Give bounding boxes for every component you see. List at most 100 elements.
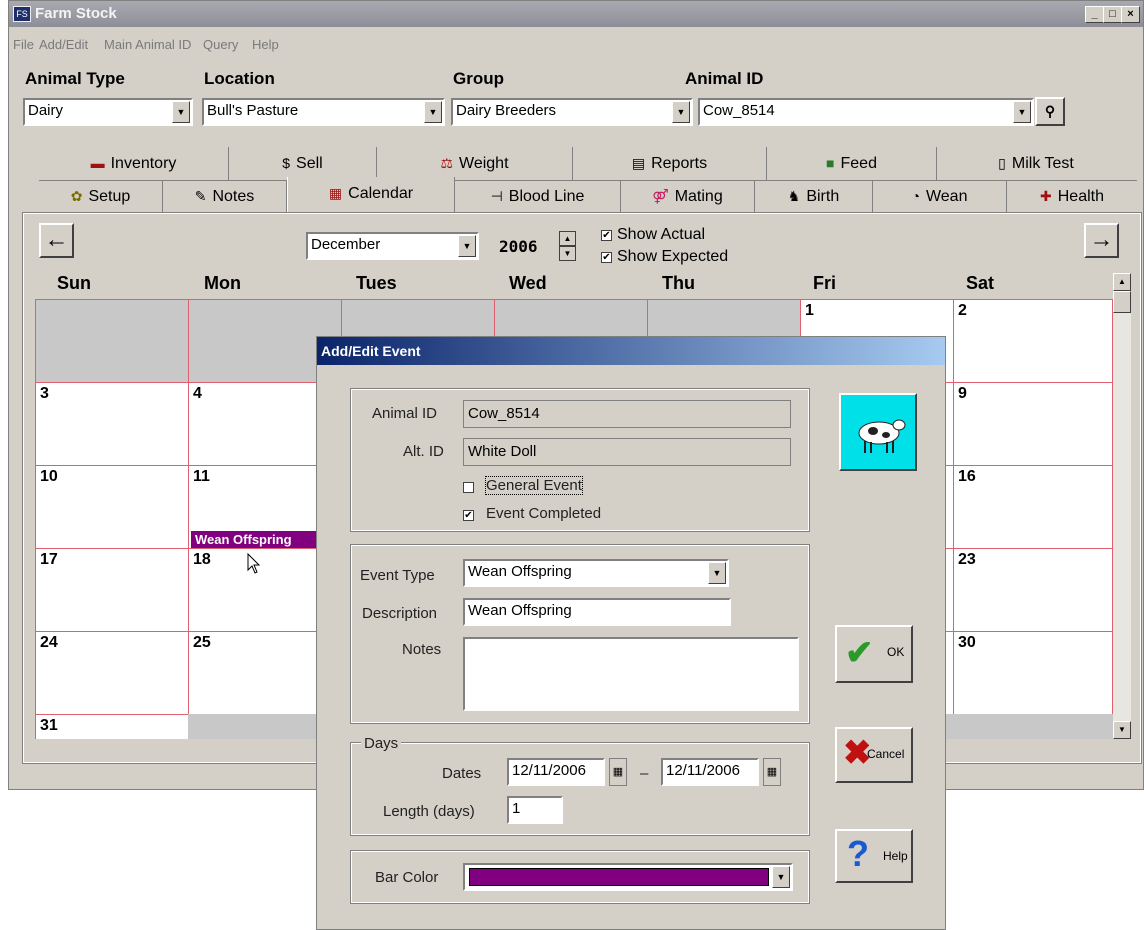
cancel-button[interactable]: ✖ Cancel: [835, 727, 913, 783]
group-label: Group: [453, 69, 504, 88]
menu-query[interactable]: Query: [203, 37, 238, 52]
tab-feed-label: Feed: [840, 155, 877, 172]
notes-label: Notes: [402, 641, 442, 658]
calendar-scrollbar[interactable]: ▲ ▼: [1113, 273, 1131, 739]
title-bar[interactable]: FS Farm Stock _ □ ×: [9, 1, 1143, 27]
blood-line-icon: ⊣: [490, 188, 503, 204]
show-expected-checkbox[interactable]: ✔: [601, 252, 612, 263]
date-to-input[interactable]: 12/11/2006: [661, 758, 759, 786]
scale-icon: ⚖: [440, 155, 454, 171]
tab-mating[interactable]: ⚤ Mating: [621, 180, 755, 213]
chevron-down-icon[interactable]: ▼: [708, 562, 726, 584]
menu-main-animal-id[interactable]: Main Animal ID: [104, 37, 191, 52]
app-icon: FS: [13, 6, 31, 22]
calendar-day[interactable]: 2: [953, 299, 1113, 383]
scroll-up-icon[interactable]: ▲: [1113, 273, 1131, 291]
calendar-day[interactable]: 10: [35, 465, 189, 549]
day-header-fri: Fri: [813, 273, 837, 293]
scroll-down-icon[interactable]: ▼: [1113, 721, 1131, 739]
calendar-day[interactable]: 30: [953, 631, 1113, 715]
chevron-down-icon[interactable]: ▼: [424, 101, 442, 123]
date-from-input[interactable]: 12/11/2006: [507, 758, 605, 786]
calendar-day[interactable]: 17: [35, 548, 189, 632]
general-event-checkbox[interactable]: [463, 482, 474, 493]
binoculars-search-button[interactable]: ⚲: [1035, 97, 1065, 126]
group-value: Dairy Breeders: [456, 102, 557, 119]
calendar-picker-icon[interactable]: ▦: [763, 758, 781, 786]
tab-birth[interactable]: ♞ Birth: [755, 180, 873, 213]
next-month-button[interactable]: →: [1084, 223, 1119, 258]
tab-reports-label: Reports: [651, 155, 708, 172]
mating-icon: ⚤: [652, 188, 669, 204]
dialog-title: Add/Edit Event: [321, 343, 421, 359]
maximize-button[interactable]: □: [1103, 6, 1122, 23]
tab-feed[interactable]: ■ Feed: [767, 147, 937, 180]
menu-add-edit[interactable]: Add/Edit: [39, 37, 88, 52]
tab-wean[interactable]: ◔ Wean: [873, 180, 1007, 213]
year-spinner[interactable]: ▲ ▼: [559, 231, 576, 261]
menu-help[interactable]: Help: [252, 37, 279, 52]
calendar-picker-icon[interactable]: ▦: [609, 758, 627, 786]
tab-sell[interactable]: $ Sell: [229, 147, 377, 180]
tab-blood-line[interactable]: ⊣ Blood Line: [455, 180, 621, 213]
calendar-icon: ▦: [328, 185, 343, 201]
tab-weight[interactable]: ⚖ Weight: [377, 147, 573, 180]
animal-type-label: Animal Type: [25, 69, 125, 88]
event-type-label: Event Type: [360, 567, 435, 584]
group-select[interactable]: Dairy Breeders ▼: [451, 98, 693, 126]
event-type-select[interactable]: Wean Offspring ▼: [463, 559, 729, 587]
tab-reports[interactable]: ▤ Reports: [573, 147, 767, 180]
tab-wean-label: Wean: [925, 188, 968, 205]
description-input[interactable]: Wean Offspring: [463, 598, 731, 626]
tab-calendar[interactable]: ▦ Calendar: [287, 177, 455, 213]
close-button[interactable]: ×: [1121, 6, 1140, 23]
date-separator: –: [640, 765, 649, 782]
tab-setup[interactable]: ✿ Setup: [39, 180, 163, 213]
help-button[interactable]: ? Help: [835, 829, 913, 883]
tab-setup-label: Setup: [88, 188, 131, 205]
tab-inventory[interactable]: ▬ Inventory: [39, 147, 229, 180]
tab-milk-test[interactable]: ▯ Milk Test: [937, 147, 1135, 180]
spin-down-icon[interactable]: ▼: [559, 246, 576, 261]
bar-color-swatch: [469, 868, 769, 886]
animal-id-select[interactable]: Cow_8514 ▼: [698, 98, 1034, 126]
event-completed-checkbox[interactable]: ✔: [463, 510, 474, 521]
animal-type-select[interactable]: Dairy ▼: [23, 98, 193, 126]
animal-picture-button[interactable]: [839, 393, 917, 471]
minimize-button[interactable]: _: [1085, 6, 1104, 23]
spin-up-icon[interactable]: ▲: [559, 231, 576, 246]
dollar-icon: $: [282, 155, 291, 171]
chevron-down-icon[interactable]: ▼: [172, 101, 190, 123]
month-select[interactable]: December ▼: [306, 232, 479, 260]
show-actual-checkbox[interactable]: ✔: [601, 230, 612, 241]
ok-button[interactable]: ✔ OK: [835, 625, 913, 683]
tab-health[interactable]: ✚ Health: [1007, 180, 1137, 213]
tab-notes[interactable]: ✎ Notes: [163, 180, 287, 213]
calendar-day[interactable]: 31: [35, 714, 189, 739]
calendar-day[interactable]: 3: [35, 382, 189, 466]
chevron-down-icon[interactable]: ▼: [458, 235, 476, 257]
animal-id-label: Animal ID: [685, 69, 764, 88]
calendar-day[interactable]: 24: [35, 631, 189, 715]
bar-color-select[interactable]: ▼: [463, 863, 793, 891]
length-input[interactable]: 1: [507, 796, 563, 824]
menu-file[interactable]: File: [13, 37, 34, 52]
tab-mating-label: Mating: [674, 188, 723, 205]
scroll-thumb[interactable]: [1113, 291, 1131, 313]
animal-type-value: Dairy: [28, 102, 64, 119]
calendar-day[interactable]: 9: [953, 382, 1113, 466]
mouse-cursor-icon: [247, 553, 261, 574]
dialog-title-bar[interactable]: Add/Edit Event: [317, 337, 945, 365]
notes-textarea[interactable]: [463, 637, 799, 711]
calendar-day[interactable]: 16: [953, 465, 1113, 549]
question-mark-icon: ?: [847, 833, 869, 874]
tab-inventory-label: Inventory: [110, 155, 177, 172]
chevron-down-icon[interactable]: ▼: [672, 101, 690, 123]
calendar-day[interactable]: 23: [953, 548, 1113, 632]
location-select[interactable]: Bull's Pasture ▼: [202, 98, 445, 126]
animal-id-value: Cow_8514: [703, 102, 775, 119]
chevron-down-icon[interactable]: ▼: [1013, 101, 1031, 123]
chevron-down-icon[interactable]: ▼: [772, 866, 790, 888]
feed-icon: ■: [826, 155, 835, 171]
prev-month-button[interactable]: ←: [39, 223, 74, 258]
